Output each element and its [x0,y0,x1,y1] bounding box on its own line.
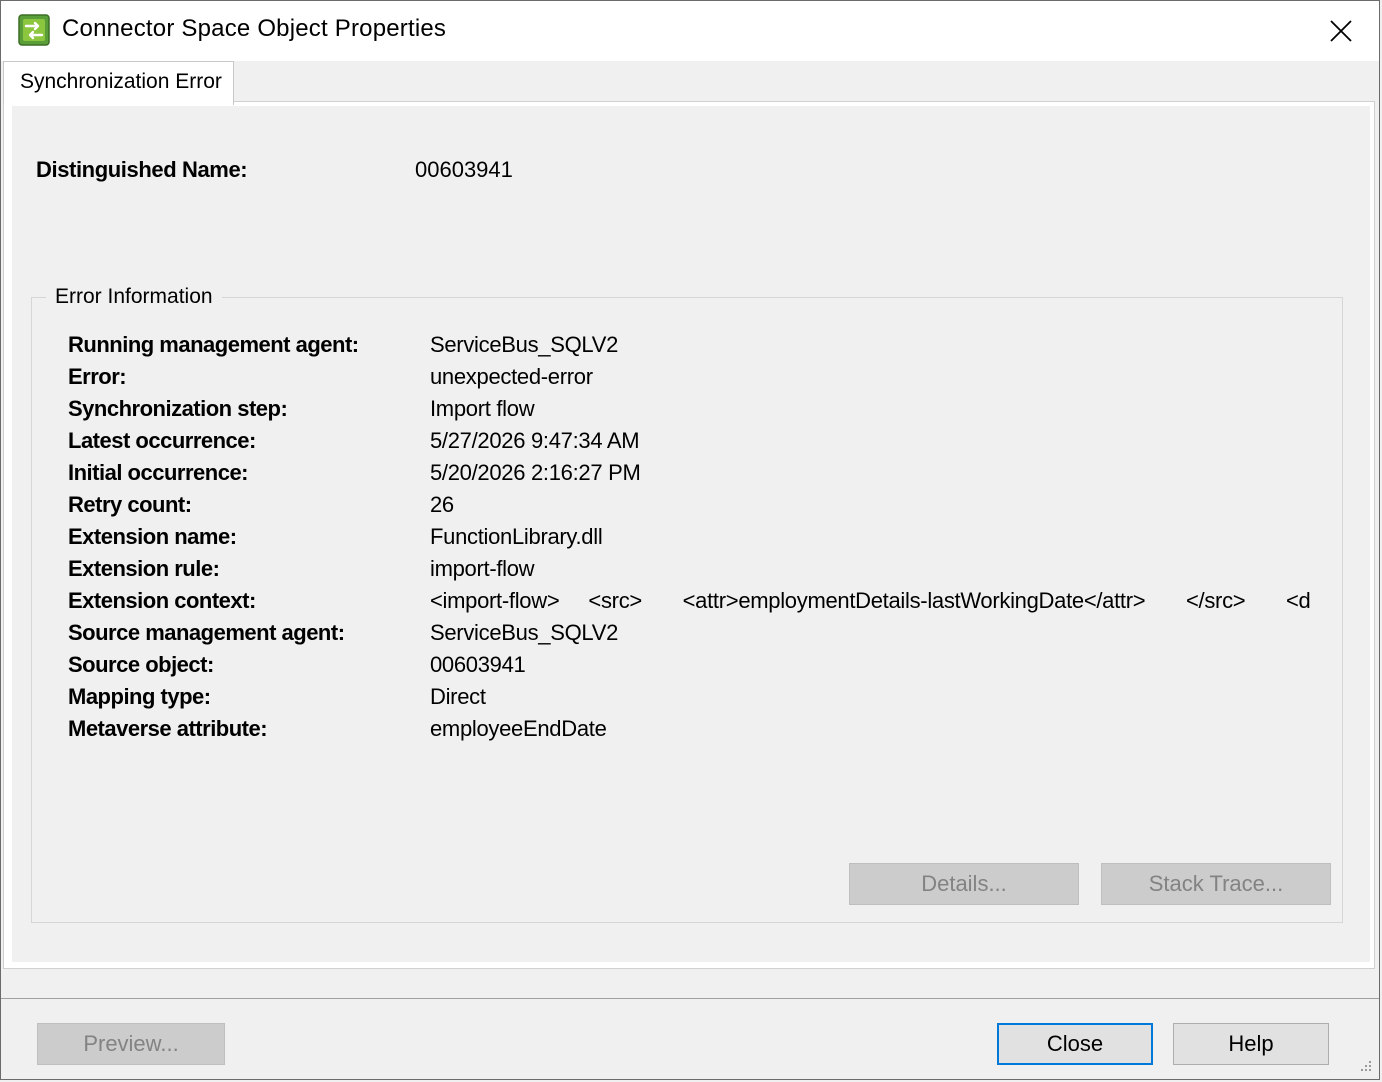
error-row-error: Error: unexpected-error [68,364,1328,396]
error-row-synchronization-step: Synchronization step: Import flow [68,396,1328,428]
row-label: Retry count: [68,492,192,517]
sync-arrows-icon [18,14,50,46]
row-label: Latest occurrence: [68,428,256,453]
row-value: ServiceBus_SQLV2 [430,332,619,357]
tab-label: Synchronization Error [20,70,222,93]
row-label: Initial occurrence: [68,460,249,485]
row-label: Error: [68,364,127,389]
row-value: unexpected-error [430,364,593,389]
row-value: import-flow [430,556,535,581]
distinguished-name-label: Distinguished Name: [36,157,248,182]
row-value: 00603941 [430,652,526,677]
row-value: 5/27/2026 9:47:34 AM [430,428,640,453]
row-label: Synchronization step: [68,396,288,421]
row-value: Import flow [430,396,535,421]
row-label: Extension context: [68,588,256,613]
error-row-initial-occurrence: Initial occurrence: 5/20/2026 2:16:27 PM [68,460,1328,492]
error-row-source-management-agent: Source management agent: ServiceBus_SQLV… [68,620,1328,652]
error-row-source-object: Source object: 00603941 [68,652,1328,684]
footer-separator [1,998,1379,999]
title-bar: Connector Space Object Properties [1,1,1379,61]
error-row-extension-context: Extension context: <import-flow> <src> <… [68,588,1328,620]
preview-button[interactable]: Preview... [37,1023,225,1065]
row-label: Metaverse attribute: [68,716,268,741]
dialog-window: Connector Space Object Properties Synchr… [0,0,1380,1080]
row-value: employeeEndDate [430,716,607,741]
resize-grip-icon[interactable] [1357,1057,1373,1073]
error-row-extension-rule: Extension rule: import-flow [68,556,1328,588]
row-label: Running management agent: [68,332,359,357]
close-icon [1330,20,1352,42]
tab-synchronization-error[interactable]: Synchronization Error [3,61,234,105]
row-value: <import-flow> <src> <attr>employmentDeta… [430,588,1311,613]
row-value: ServiceBus_SQLV2 [430,620,619,645]
details-button[interactable]: Details... [849,863,1079,905]
close-window-button[interactable] [1311,1,1371,61]
error-row-extension-name: Extension name: FunctionLibrary.dll [68,524,1328,556]
row-label: Extension rule: [68,556,220,581]
close-button[interactable]: Close [997,1023,1153,1065]
row-label: Mapping type: [68,684,211,709]
error-row-latest-occurrence: Latest occurrence: 5/27/2026 9:47:34 AM [68,428,1328,460]
error-row-running-management-agent: Running management agent: ServiceBus_SQL… [68,332,1328,364]
distinguished-name-value: 00603941 [415,157,513,182]
row-label: Extension name: [68,524,237,549]
row-label: Source object: [68,652,214,677]
row-value: Direct [430,684,486,709]
window-title: Connector Space Object Properties [62,15,447,42]
error-row-retry-count: Retry count: 26 [68,492,1328,524]
error-information-legend: Error Information [46,285,222,309]
help-button[interactable]: Help [1173,1023,1329,1065]
error-row-metaverse-attribute: Metaverse attribute: employeeEndDate [68,716,1328,748]
error-row-mapping-type: Mapping type: Direct [68,684,1328,716]
row-label: Source management agent: [68,620,345,645]
row-value: 26 [430,492,454,517]
stack-trace-button[interactable]: Stack Trace... [1101,863,1331,905]
row-value: 5/20/2026 2:16:27 PM [430,460,641,485]
row-value: FunctionLibrary.dll [430,524,603,549]
